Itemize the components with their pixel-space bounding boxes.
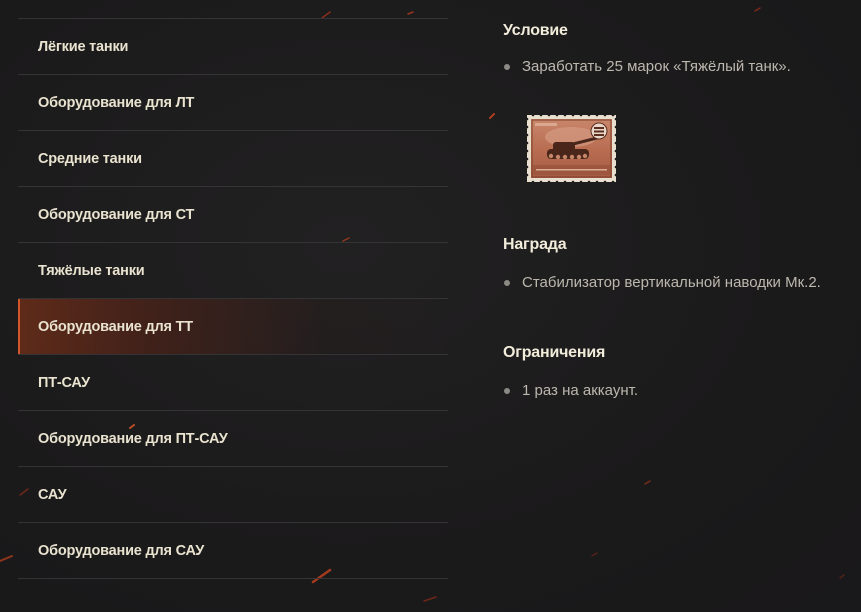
menu-item-lt-equipment[interactable]: Оборудование для ЛТ <box>18 75 448 131</box>
menu-item-label: Лёгкие танки <box>38 38 129 55</box>
menu-item-medium-tanks[interactable]: Средние танки <box>18 131 448 187</box>
condition-heading: Условие <box>503 22 568 39</box>
menu-item-spg[interactable]: САУ <box>18 467 448 523</box>
limits-section: Ограничения 1 раз на аккаунт. <box>503 344 853 399</box>
menu-item-label: Оборудование для ТТ <box>38 318 193 335</box>
menu-item-label: Средние танки <box>38 150 142 167</box>
condition-section: Условие Заработать 25 марок «Тяжёлый тан… <box>503 18 853 236</box>
tank-category-menu: Лёгкие танки Оборудование для ЛТ Средние… <box>18 18 448 579</box>
reward-section: Награда Стабилизатор вертикальной наводк… <box>503 236 853 344</box>
menu-item-ht-equipment[interactable]: Оборудование для ТТ <box>18 299 448 355</box>
bullet-icon <box>504 387 510 394</box>
heavy-tank-stamp-icon <box>527 115 616 182</box>
menu-item-label: Оборудование для САУ <box>38 542 205 559</box>
reward-item: Стабилизатор вертикальной наводки Мк.2. <box>503 274 853 291</box>
limits-text: 1 раз на аккаунт. <box>522 382 638 399</box>
menu-item-label: ПТ-САУ <box>38 374 90 391</box>
menu-item-td[interactable]: ПТ-САУ <box>18 355 448 411</box>
reward-text: Стабилизатор вертикальной наводки Мк.2. <box>522 274 821 291</box>
bullet-icon <box>504 63 510 70</box>
condition-item: Заработать 25 марок «Тяжёлый танк». <box>503 58 853 75</box>
limits-heading: Ограничения <box>503 344 606 361</box>
menu-item-label: САУ <box>38 486 67 503</box>
reward-heading: Награда <box>503 236 567 253</box>
menu-item-label: Оборудование для ПТ-САУ <box>38 430 228 447</box>
menu-item-spg-equipment[interactable]: Оборудование для САУ <box>18 523 448 579</box>
page: Лёгкие танки Оборудование для ЛТ Средние… <box>0 0 861 612</box>
mission-details: Условие Заработать 25 марок «Тяжёлый тан… <box>503 18 853 399</box>
limits-item: 1 раз на аккаунт. <box>503 382 853 399</box>
menu-item-mt-equipment[interactable]: Оборудование для СТ <box>18 187 448 243</box>
menu-item-heavy-tanks[interactable]: Тяжёлые танки <box>18 243 448 299</box>
condition-text: Заработать 25 марок «Тяжёлый танк». <box>522 58 791 75</box>
menu-item-label: Оборудование для ЛТ <box>38 94 195 111</box>
menu-item-label: Оборудование для СТ <box>38 206 195 223</box>
menu-item-light-tanks[interactable]: Лёгкие танки <box>18 19 448 75</box>
menu-item-label: Тяжёлые танки <box>38 262 145 279</box>
menu-item-td-equipment[interactable]: Оборудование для ПТ-САУ <box>18 411 448 467</box>
bullet-icon <box>504 279 510 286</box>
